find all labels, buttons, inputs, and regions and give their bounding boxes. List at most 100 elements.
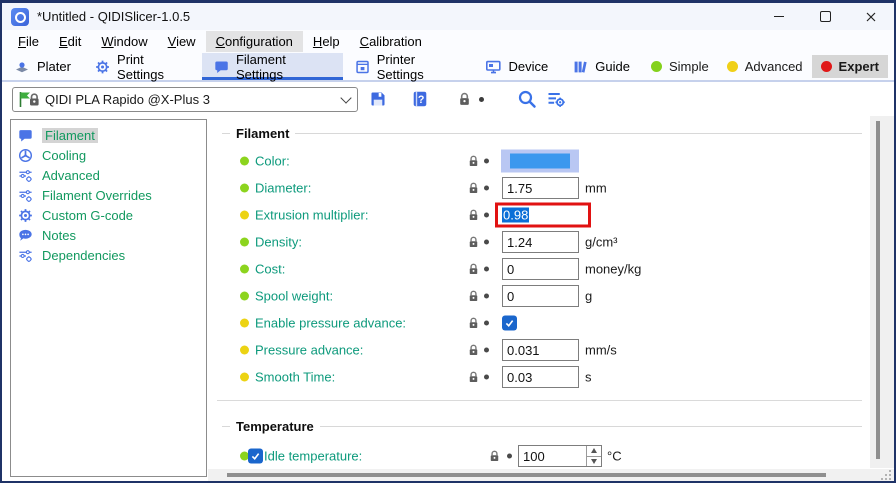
lock-toggle-button[interactable]	[457, 91, 472, 107]
tab-device[interactable]: Device	[473, 53, 561, 80]
tab-label: Plater	[37, 59, 71, 74]
resize-grip-icon[interactable]	[880, 470, 892, 480]
tab-plater[interactable]: Plater	[2, 53, 83, 80]
menu-configuration[interactable]: Configuration	[206, 31, 303, 52]
lock-icon[interactable]	[467, 154, 480, 168]
spin-up-button[interactable]	[587, 446, 601, 457]
tab-filament-settings[interactable]: Filament Settings	[202, 53, 343, 80]
help-button[interactable]: ?	[411, 90, 429, 108]
color-swatch-button[interactable]	[501, 150, 579, 173]
mode-switcher: Simple Advanced Expert	[642, 53, 894, 80]
setting-row-density: Density: 1.24 g/cm³	[217, 230, 870, 254]
chevron-down-icon	[591, 459, 597, 464]
revert-dot-icon[interactable]	[484, 267, 489, 272]
printer-icon	[355, 59, 370, 75]
setting-row-pressure-advance: Pressure advance: 0.031 mm/s	[217, 338, 870, 362]
pressure-advance-input[interactable]: 0.031	[502, 339, 579, 361]
revert-dot-icon[interactable]	[507, 454, 512, 459]
enable-pressure-advance-checkbox[interactable]	[502, 316, 517, 331]
lock-icon[interactable]	[467, 262, 480, 276]
diameter-input[interactable]: 1.75	[502, 177, 579, 199]
setting-label: Pressure advance:	[255, 343, 363, 358]
menu-file[interactable]: File	[8, 31, 49, 52]
revert-dot-icon[interactable]	[484, 213, 489, 218]
horizontal-scrollbar[interactable]	[208, 469, 894, 481]
sidebar-item-cooling[interactable]: Cooling	[11, 145, 206, 165]
minimize-button[interactable]	[756, 3, 802, 30]
unit-label: g	[585, 289, 592, 304]
close-button[interactable]	[848, 3, 894, 30]
options-gear-icon	[18, 188, 33, 203]
tab-guide[interactable]: Guide	[560, 53, 642, 80]
setting-label: Diameter:	[255, 181, 311, 196]
section-title: Temperature	[236, 419, 314, 434]
mode-advanced[interactable]: Advanced	[718, 55, 812, 78]
menu-help[interactable]: Help	[303, 31, 350, 52]
menu-calibration[interactable]: Calibration	[350, 31, 432, 52]
mode-label: Simple	[669, 59, 709, 74]
menu-edit[interactable]: Edit	[49, 31, 91, 52]
options-gear-icon	[18, 168, 33, 183]
tab-print-settings[interactable]: Print Settings	[83, 53, 202, 80]
save-preset-button[interactable]	[369, 90, 387, 108]
revert-dot-icon[interactable]	[484, 159, 489, 164]
modified-dot-icon	[240, 319, 249, 328]
idle-temperature-checkbox[interactable]	[248, 449, 263, 464]
titlebar: *Untitled - QIDISlicer-1.0.5	[2, 3, 894, 30]
density-input[interactable]: 1.24	[502, 231, 579, 253]
setting-row-enable-pressure-advance: Enable pressure advance:	[217, 311, 870, 335]
revert-dot-icon[interactable]	[484, 294, 489, 299]
smooth-time-input[interactable]: 0.03	[502, 366, 579, 388]
setting-row-diameter: Diameter: 1.75 mm	[217, 176, 870, 200]
filament-icon	[18, 128, 33, 143]
vertical-scrollbar-thumb[interactable]	[876, 121, 880, 459]
sidebar-item-filament[interactable]: Filament	[11, 125, 206, 145]
fan-icon	[18, 148, 33, 163]
search-options-button[interactable]	[546, 89, 566, 109]
tab-printer-settings[interactable]: Printer Settings	[343, 53, 473, 80]
setting-label: Smooth Time:	[255, 370, 335, 385]
lock-icon[interactable]	[467, 316, 480, 330]
sidebar-item-advanced[interactable]: Advanced	[11, 165, 206, 185]
sidebar-item-notes[interactable]: Notes	[11, 225, 206, 245]
search-icon	[517, 89, 537, 109]
sidebar-item-filament-overrides[interactable]: Filament Overrides	[11, 185, 206, 205]
modified-dot-icon	[240, 292, 249, 301]
spool-weight-input[interactable]: 0	[502, 285, 579, 307]
mode-simple[interactable]: Simple	[642, 55, 718, 78]
menu-window[interactable]: Window	[91, 31, 157, 52]
revert-dot-icon[interactable]	[484, 186, 489, 191]
cost-input[interactable]: 0	[502, 258, 579, 280]
revert-dot-icon[interactable]	[484, 348, 489, 353]
vertical-scrollbar[interactable]	[870, 116, 894, 468]
revert-dot-icon[interactable]	[479, 97, 484, 102]
sidebar-item-dependencies[interactable]: Dependencies	[11, 245, 206, 265]
preset-combobox[interactable]: QIDI PLA Rapido @X-Plus 3	[12, 87, 358, 112]
horizontal-scrollbar-thumb[interactable]	[227, 473, 826, 477]
search-button[interactable]	[517, 89, 537, 109]
options-gear-icon	[18, 248, 33, 263]
setting-row-idle-temperature: Idle temperature: 100 °C	[217, 444, 870, 468]
lock-icon[interactable]	[467, 235, 480, 249]
sidebar-item-custom-gcode[interactable]: Custom G-code	[11, 205, 206, 225]
lock-icon[interactable]	[467, 343, 480, 357]
maximize-button[interactable]	[802, 3, 848, 30]
revert-dot-icon[interactable]	[484, 240, 489, 245]
lock-icon[interactable]	[467, 208, 480, 222]
window-title: *Untitled - QIDISlicer-1.0.5	[37, 9, 190, 24]
lock-icon[interactable]	[488, 449, 501, 463]
spin-down-button[interactable]	[587, 457, 601, 467]
input-value: 100	[519, 446, 586, 466]
idle-temperature-spinner[interactable]: 100	[518, 445, 602, 467]
modified-dot-icon	[240, 346, 249, 355]
section-header-filament: Filament	[222, 125, 862, 141]
lock-icon[interactable]	[467, 181, 480, 195]
preset-flag-lock-icon	[18, 91, 42, 108]
lock-icon[interactable]	[467, 370, 480, 384]
revert-dot-icon[interactable]	[484, 375, 489, 380]
revert-dot-icon[interactable]	[484, 321, 489, 326]
lock-icon[interactable]	[467, 289, 480, 303]
menu-view[interactable]: View	[158, 31, 206, 52]
mode-expert[interactable]: Expert	[812, 55, 888, 78]
extrusion-multiplier-input-highlighted[interactable]: 0.98	[495, 203, 591, 228]
